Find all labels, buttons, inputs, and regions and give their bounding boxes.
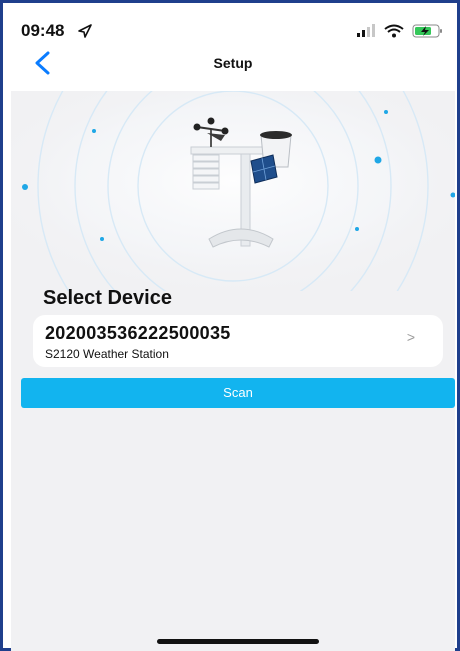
wifi-icon	[384, 24, 404, 38]
app-screen: 09:48 Setup Select Device 20200353622250…	[11, 11, 455, 651]
device-id: 202003536222500035	[45, 323, 231, 343]
status-time: 09:48	[21, 21, 65, 40]
chevron-right-icon: >	[406, 329, 415, 345]
page-title: Setup	[213, 55, 253, 71]
home-indicator	[157, 639, 319, 644]
top-bar: 09:48 Setup	[11, 11, 455, 91]
weather-station-illustration	[11, 91, 455, 291]
device-name: S2120 Weather Station	[45, 347, 169, 361]
device-frame: 09:48 Setup Select Device 20200353622250…	[0, 0, 460, 651]
status-icons	[357, 24, 442, 38]
signal-icon	[357, 24, 375, 37]
location-arrow-icon	[78, 24, 92, 38]
battery-icon	[412, 24, 442, 38]
device-list-item[interactable]: 202003536222500035 S2120 Weather Station…	[33, 315, 443, 367]
section-title: Select Device	[43, 287, 172, 309]
scan-button[interactable]: Scan	[21, 378, 455, 408]
